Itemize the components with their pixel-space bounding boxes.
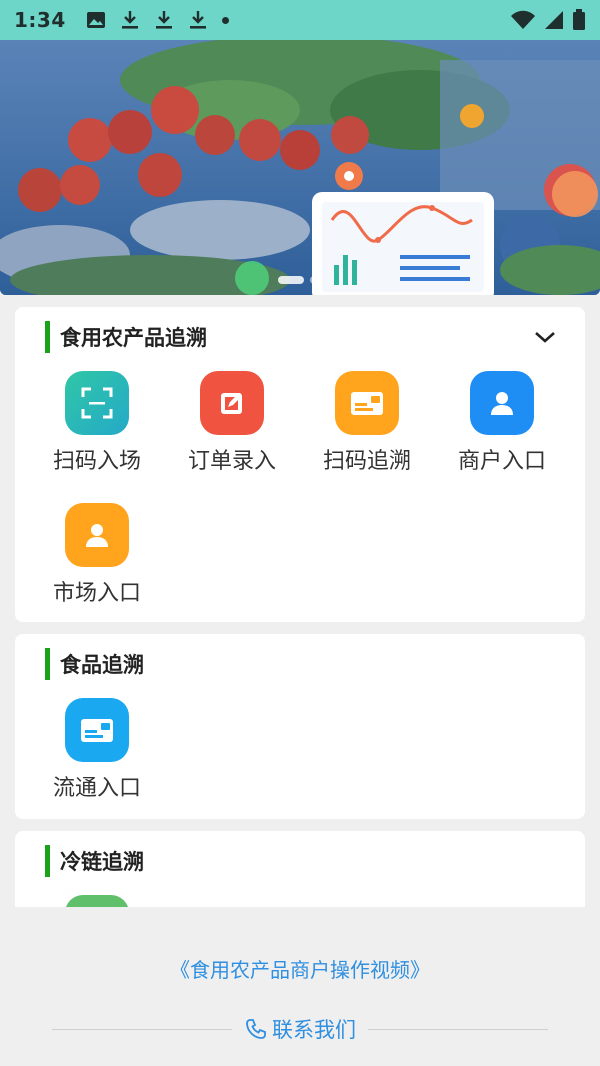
entry-label: 商户入口	[457, 449, 546, 474]
card-icon	[65, 698, 129, 762]
banner-carousel[interactable]	[0, 40, 600, 295]
entry-scan-trace[interactable]: 扫码追溯	[302, 371, 432, 475]
battery-icon	[573, 9, 585, 30]
section-card-agri: 食用农产品追溯 扫码入场 订单录入 扫码追溯 商户入口 市场入口	[15, 307, 585, 622]
contact-us-button[interactable]: 联系我们	[232, 1012, 368, 1046]
pager-dot[interactable]	[310, 276, 318, 284]
entry-merchant[interactable]: 商户入口	[437, 371, 567, 475]
contact-label: 联系我们	[272, 1018, 356, 1042]
edit-icon	[200, 371, 264, 435]
banner-pager[interactable]	[278, 276, 318, 284]
card-icon	[335, 371, 399, 435]
signal-icon	[545, 11, 563, 29]
video-link[interactable]: 《食用农产品商户操作视频》	[0, 954, 600, 983]
phone-icon	[246, 1019, 266, 1039]
dot-icon	[221, 16, 229, 24]
entry-circulation[interactable]: 流通入口	[32, 698, 162, 802]
section-title: 冷链追溯	[60, 850, 144, 874]
section-title: 食用农产品追溯	[60, 326, 207, 350]
entry-label: 订单录入	[187, 449, 276, 474]
system-icons	[510, 9, 586, 31]
entry-market[interactable]: 市场入口	[32, 503, 162, 607]
section-accent-bar	[45, 845, 50, 877]
scan-icon	[65, 371, 129, 435]
banner-image	[0, 40, 600, 295]
section-header: 冷链追溯	[45, 845, 144, 877]
entry-scan-in[interactable]: 扫码入场	[32, 371, 162, 475]
entry-order-input[interactable]: 订单录入	[167, 371, 297, 475]
image-icon	[86, 12, 105, 28]
section-header: 食用农产品追溯	[45, 321, 207, 353]
download-icon	[189, 11, 206, 29]
entry-label: 市场入口	[52, 581, 141, 606]
notification-icons	[86, 9, 229, 31]
entry-label: 流通入口	[52, 776, 141, 801]
wifi-icon	[511, 10, 535, 29]
status-bar: 1:34	[0, 0, 600, 40]
section-accent-bar	[45, 321, 50, 353]
section-header: 食品追溯	[45, 648, 144, 680]
section-accent-bar	[45, 648, 50, 680]
section-title: 食品追溯	[60, 653, 144, 677]
section-card-food: 食品追溯 流通入口	[15, 634, 585, 819]
download-icon	[155, 11, 172, 29]
status-time: 1:34	[14, 8, 66, 32]
chevron-down-icon[interactable]	[533, 329, 557, 345]
download-icon	[121, 11, 138, 29]
user-icon	[470, 371, 534, 435]
entry-label: 扫码入场	[52, 449, 141, 474]
pager-dot-active[interactable]	[278, 276, 304, 284]
entry-label: 扫码追溯	[322, 449, 411, 474]
user-icon	[65, 503, 129, 567]
